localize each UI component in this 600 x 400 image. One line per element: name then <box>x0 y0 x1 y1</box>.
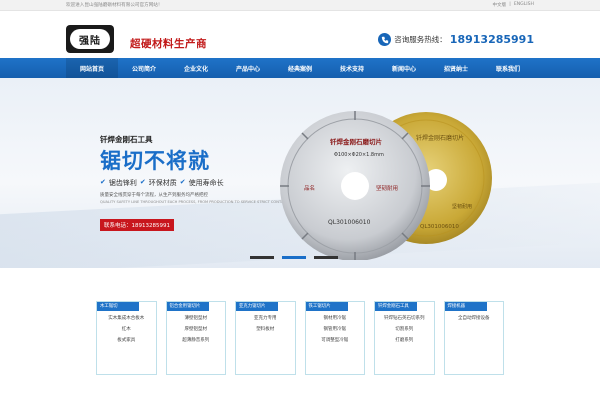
nav-home[interactable]: 网站首页 <box>66 58 118 78</box>
hotline-label: 咨询服务热线： <box>394 35 447 44</box>
carousel-dot-active[interactable] <box>282 256 306 259</box>
hotline-number: 18913285991 <box>449 33 534 46</box>
main-nav: 网站首页 公司简介 企业文化 产品中心 经典案例 技术支持 新闻中心 招贤纳士 … <box>0 58 600 78</box>
nav-cases[interactable]: 经典案例 <box>274 58 326 78</box>
saw-blade-illustration: 钎焊金刚石磨切片 坚韧耐用 QL301006010 钎焊金刚石磨切片 Φ100×… <box>280 111 492 260</box>
banner-description: 质量安全线贯穿于每个流程，从生产到服务均严格把控 <box>100 193 208 198</box>
nav-tech-support[interactable]: 技术支持 <box>326 58 378 78</box>
site-header: 强陆 超硬材料生产商 咨询服务热线： 18913285991 <box>0 11 600 58</box>
product-card: 木工锯切 实木集成木合板木 红木 板式家具 <box>96 301 157 375</box>
nav-corporate-culture[interactable]: 企业文化 <box>170 58 222 78</box>
welcome-text: 欢迎进入昆山强陆磨砺材料有限公司官方网站！ <box>66 3 163 8</box>
product-card-title[interactable]: 焊接机器 <box>444 302 487 311</box>
silver-blade-size: Φ100×Φ20×1.8mm <box>334 152 384 158</box>
product-link[interactable]: 可调整型冷锯 <box>306 335 365 346</box>
product-link[interactable]: 钢管用冷锯 <box>306 324 365 335</box>
feature-item: 环保材质 <box>148 179 177 187</box>
product-card-title[interactable]: 木工锯切 <box>97 302 139 311</box>
gold-blade-label: 钎焊金刚石磨切片 <box>416 134 464 142</box>
product-card-title[interactable]: 铁工锯切片 <box>305 302 348 311</box>
phone-icon <box>378 33 392 46</box>
check-icon: ✔ <box>100 178 106 186</box>
lang-english-link[interactable]: ENGLISH <box>514 2 534 8</box>
silver-blade-right-label: 坚韧耐用 <box>376 184 398 192</box>
gold-blade-tag: 坚韧耐用 <box>452 203 472 210</box>
carousel-indicators <box>250 256 338 259</box>
top-bar: 欢迎进入昆山强陆磨砺材料有限公司官方网站！ 中文版 | ENGLISH <box>0 0 600 11</box>
product-card: 钎焊金刚石工具 钎焊钻石英石切系列 切割系列 打磨系列 <box>374 301 435 375</box>
product-link[interactable]: 板式家具 <box>97 335 156 346</box>
nav-careers[interactable]: 招贤纳士 <box>430 58 482 78</box>
product-card: 亚克力锯切片 亚克力专用 塑料板材 <box>235 301 296 375</box>
nav-news[interactable]: 新闻中心 <box>378 58 430 78</box>
banner-description-en: QUALITY SAFETY LINE THROUGHOUT EACH PROC… <box>100 200 289 204</box>
product-categories: 木工锯切 实木集成木合板木 红木 板式家具 铝合金用锯切片 薄壁铝型材 厚壁铝型… <box>96 301 504 375</box>
banner-subtitle: 钎焊金刚石工具 <box>100 135 153 144</box>
silver-saw-blade: 钎焊金刚石磨切片 Φ100×Φ20×1.8mm 品名 坚韧耐用 QL301006… <box>280 111 430 260</box>
product-link[interactable]: 钢材用冷锯 <box>306 313 365 324</box>
lang-separator: | <box>509 2 511 7</box>
company-logo[interactable]: 强陆 <box>66 25 114 53</box>
product-card-title[interactable]: 亚克力锯切片 <box>236 302 278 311</box>
hotline: 咨询服务热线： 18913285991 <box>378 33 534 46</box>
silver-blade-code: QL301006010 <box>328 219 371 226</box>
banner-features: ✔ 锯齿锋利 ✔ 环保材质 ✔ 使用寿命长 <box>100 178 224 188</box>
product-link[interactable]: 超薄静音系列 <box>167 335 226 346</box>
product-link[interactable]: 薄壁铝型材 <box>167 313 226 324</box>
nav-contact[interactable]: 联系我们 <box>482 58 534 78</box>
product-card: 铁工锯切片 钢材用冷锯 钢管用冷锯 可调整型冷锯 <box>304 301 365 375</box>
feature-item: 锯齿锋利 <box>108 179 137 187</box>
product-card: 焊接机器 全自动焊接设备 <box>443 301 504 375</box>
product-link[interactable]: 亚克力专用 <box>236 313 295 324</box>
logo-text: 强陆 <box>70 29 110 49</box>
carousel-dot[interactable] <box>314 256 338 259</box>
banner-contact-phone[interactable]: 联系电话：18913285991 <box>100 219 174 231</box>
check-icon: ✔ <box>179 178 186 186</box>
check-icon: ✔ <box>139 178 146 186</box>
product-link[interactable]: 钎焊钻石英石切系列 <box>375 313 434 324</box>
carousel-dot[interactable] <box>250 256 274 259</box>
hero-banner[interactable]: 钎焊金刚石工具 锯切不将就 ✔ 锯齿锋利 ✔ 环保材质 ✔ 使用寿命长 质量安全… <box>0 78 600 268</box>
silver-blade-left-label: 品名 <box>304 184 315 192</box>
product-card-title[interactable]: 钎焊金刚石工具 <box>375 302 417 311</box>
slogan: 超硬材料生产商 <box>130 38 207 50</box>
product-link[interactable]: 打磨系列 <box>375 335 434 346</box>
product-link[interactable]: 实木集成木合板木 <box>97 313 156 324</box>
product-card: 铝合金用锯切片 薄壁铝型材 厚壁铝型材 超薄静音系列 <box>165 301 226 375</box>
product-link[interactable]: 厚壁铝型材 <box>167 324 226 335</box>
product-link[interactable]: 红木 <box>97 324 156 335</box>
gold-blade-code: QL301006010 <box>420 224 459 230</box>
banner-title: 锯切不将就 <box>100 149 210 173</box>
product-card-title[interactable]: 铝合金用锯切片 <box>166 302 209 311</box>
silver-blade-label: 钎焊金刚石磨切片 <box>330 137 382 146</box>
product-link[interactable]: 全自动焊接设备 <box>445 313 504 324</box>
nav-company-profile[interactable]: 公司简介 <box>118 58 170 78</box>
lang-chinese-link[interactable]: 中文版 <box>492 2 506 8</box>
feature-item: 使用寿命长 <box>188 179 224 187</box>
nav-products[interactable]: 产品中心 <box>222 58 274 78</box>
product-link[interactable]: 塑料板材 <box>236 324 295 335</box>
product-link[interactable]: 切割系列 <box>375 324 434 335</box>
language-switcher: 中文版 | ENGLISH <box>492 2 534 8</box>
